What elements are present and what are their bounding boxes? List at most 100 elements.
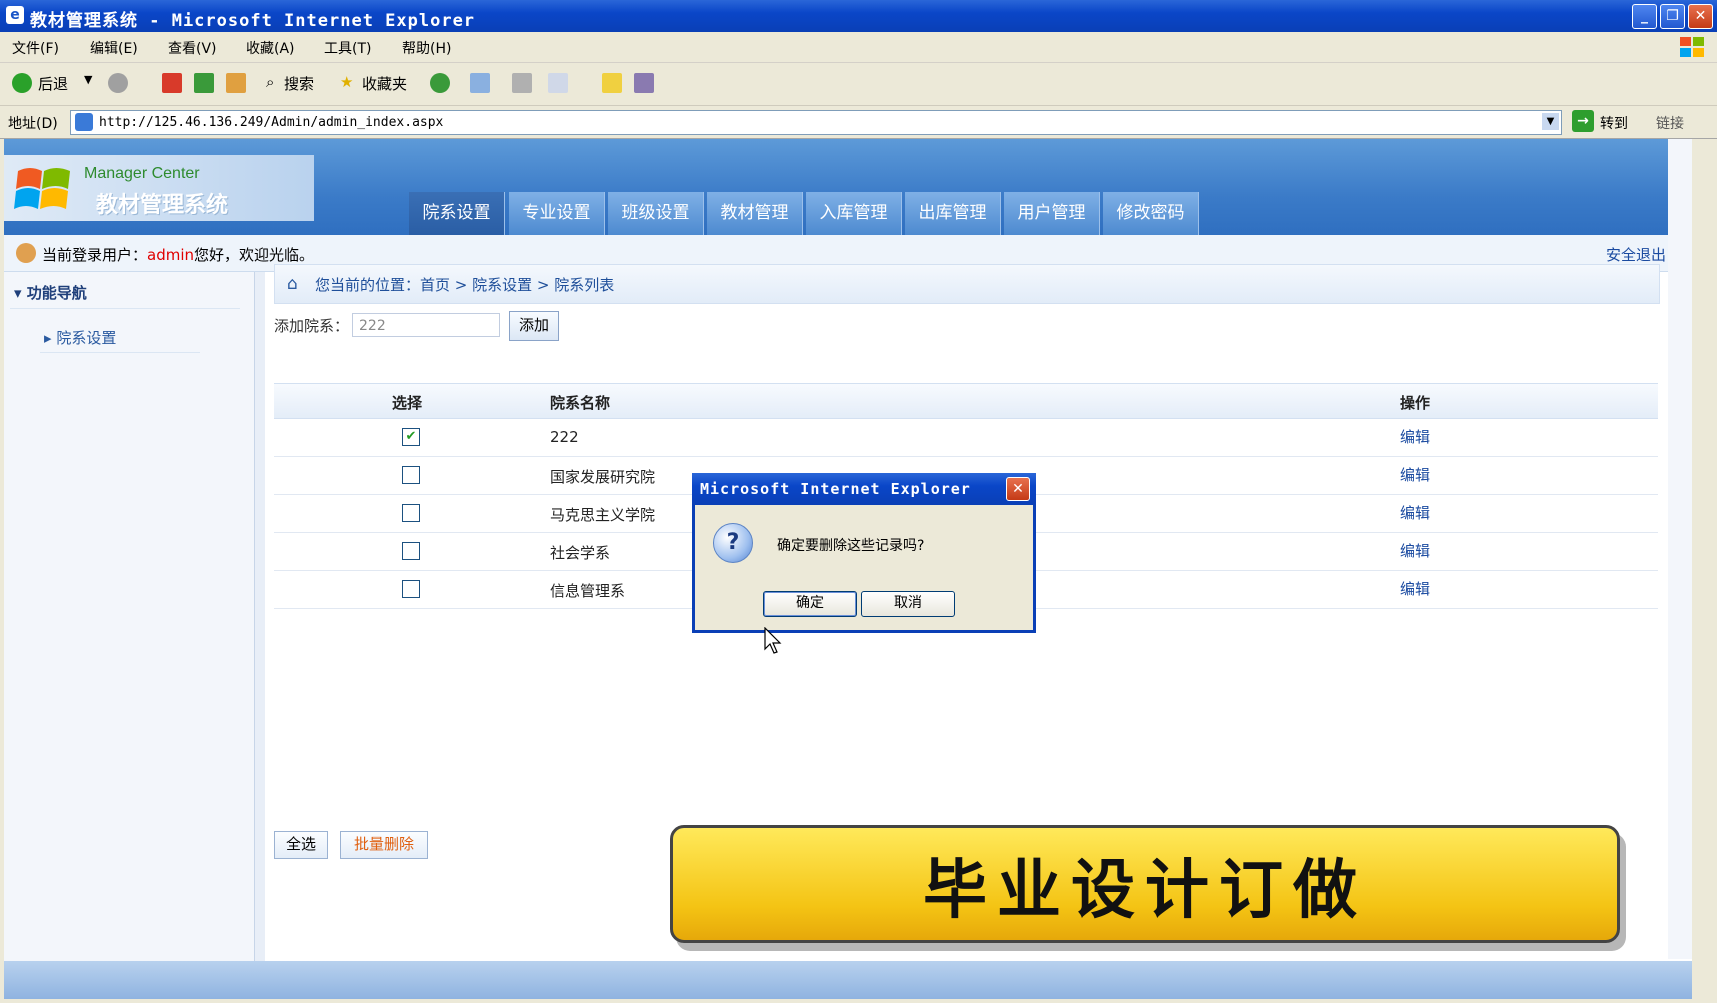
table-row: ✔ 222 编辑 xyxy=(274,418,1658,457)
edit-icon[interactable] xyxy=(548,73,568,93)
promo-banner: 毕业设计订做 xyxy=(670,825,1620,943)
add-department-input[interactable]: 222 xyxy=(352,313,500,337)
site-logo: Manager Center 教材管理系统 xyxy=(4,155,314,221)
window-title: 教材管理系统 - Microsoft Internet Explorer xyxy=(30,11,476,31)
favorites-button[interactable]: 收藏夹 xyxy=(362,73,407,94)
dialog-titlebar: Microsoft Internet Explorer ✕ xyxy=(692,473,1036,505)
maximize-button[interactable]: ❐ xyxy=(1660,4,1685,29)
minimize-button[interactable]: _ xyxy=(1632,4,1657,29)
go-arrow-icon[interactable]: → xyxy=(1572,110,1594,132)
confirm-dialog: Microsoft Internet Explorer ✕ ? 确定要删除这些记… xyxy=(692,473,1036,633)
menu-favorites[interactable]: 收藏(A) xyxy=(246,38,295,58)
favorites-icon[interactable]: ★ xyxy=(340,73,353,91)
nav-heading: ▾ 功能导航 xyxy=(14,284,87,302)
windows-logo-icon xyxy=(1680,37,1704,57)
row-checkbox[interactable]: ✔ xyxy=(402,428,420,446)
forward-arrow-icon[interactable] xyxy=(108,73,128,93)
ok-button[interactable]: 确定 xyxy=(763,591,857,617)
sidebar: ▾ 功能导航 ▸ 院系设置 xyxy=(4,272,254,999)
tab-stock-in[interactable]: 入库管理 xyxy=(806,192,902,235)
row-name: 马克思主义学院 xyxy=(550,506,656,524)
row-name: 国家发展研究院 xyxy=(550,468,656,486)
tab-change-password[interactable]: 修改密码 xyxy=(1103,192,1199,235)
dialog-message: 确定要删除这些记录吗? xyxy=(777,538,925,554)
add-department-label: 添加院系： xyxy=(274,317,350,335)
tab-department[interactable]: 院系设置 xyxy=(409,192,505,235)
add-button[interactable]: 添加 xyxy=(509,311,559,341)
address-url[interactable]: http://125.46.136.249/Admin/admin_index.… xyxy=(99,115,443,130)
menu-view[interactable]: 查看(V) xyxy=(168,38,217,58)
user-icon xyxy=(16,243,36,263)
dialog-close-button[interactable]: ✕ xyxy=(1006,477,1030,501)
edit-link[interactable]: 编辑 xyxy=(1400,502,1430,523)
back-button[interactable]: 后退 xyxy=(38,73,68,94)
edit-link[interactable]: 编辑 xyxy=(1400,464,1430,485)
windows-flag-icon xyxy=(14,168,70,209)
dialog-title: Microsoft Internet Explorer xyxy=(700,480,971,498)
menu-file[interactable]: 文件(F) xyxy=(12,38,59,58)
breadcrumb: ⌂ 您当前的位置：首页 > 院系设置 > 院系列表 xyxy=(274,264,1660,304)
go-button[interactable]: 转到 xyxy=(1600,113,1628,133)
edit-link[interactable]: 编辑 xyxy=(1400,540,1430,561)
edit-link[interactable]: 编辑 xyxy=(1400,578,1430,599)
promo-banner-text: 毕业设计订做 xyxy=(923,853,1367,928)
address-label: 地址(D) xyxy=(8,116,58,132)
row-name: 222 xyxy=(550,428,579,446)
tab-major[interactable]: 专业设置 xyxy=(509,192,605,235)
user-greeting: 当前登录用户：admin您好，欢迎光临。 xyxy=(42,246,315,264)
refresh-icon[interactable] xyxy=(194,73,214,93)
breadcrumb-text[interactable]: 您当前的位置：首页 > 院系设置 > 院系列表 xyxy=(315,274,614,295)
batch-delete-button[interactable]: 批量删除 xyxy=(340,831,428,859)
back-dropdown-icon[interactable]: ▼ xyxy=(84,73,92,86)
sidebar-item-department[interactable]: ▸ 院系设置 xyxy=(44,327,116,348)
tab-stock-out[interactable]: 出库管理 xyxy=(905,192,1001,235)
logo-english-text: Manager Center xyxy=(84,165,200,182)
logout-link[interactable]: 安全退出 xyxy=(1606,244,1666,265)
search-icon[interactable]: ⌕ xyxy=(266,73,274,91)
address-dropdown-icon[interactable]: ▼ xyxy=(1542,113,1559,130)
address-bar: 地址(D) http://125.46.136.249/Admin/admin_… xyxy=(0,106,1717,139)
row-checkbox[interactable] xyxy=(402,542,420,560)
menu-edit[interactable]: 编辑(E) xyxy=(90,38,138,58)
row-name: 社会学系 xyxy=(550,544,611,562)
sidebar-splitter[interactable] xyxy=(254,272,265,999)
discuss-icon[interactable] xyxy=(602,73,622,93)
col-name: 院系名称 xyxy=(550,394,611,412)
menu-bar: 文件(F) 编辑(E) 查看(V) 收藏(A) 工具(T) 帮助(H) xyxy=(0,32,1717,63)
page-scrollbar[interactable] xyxy=(1668,139,1692,959)
home-icon[interactable] xyxy=(226,73,246,93)
logo-chinese-text: 教材管理系统 xyxy=(96,193,229,218)
user-name: admin xyxy=(147,246,195,264)
site-header: Manager Center 教材管理系统 院系设置 专业设置 班级设置 教材管… xyxy=(4,139,1692,235)
menu-tools[interactable]: 工具(T) xyxy=(324,38,371,58)
print-icon[interactable] xyxy=(512,73,532,93)
mouse-cursor-icon xyxy=(764,627,782,654)
row-checkbox[interactable] xyxy=(402,466,420,484)
select-all-button[interactable]: 全选 xyxy=(274,831,328,859)
back-arrow-icon[interactable] xyxy=(12,73,32,93)
edit-link[interactable]: 编辑 xyxy=(1400,426,1430,447)
question-icon: ? xyxy=(713,523,753,563)
row-checkbox[interactable] xyxy=(402,580,420,598)
row-name: 信息管理系 xyxy=(550,582,626,600)
window-titlebar: e 教材管理系统 - Microsoft Internet Explorer _… xyxy=(0,0,1717,32)
tab-class[interactable]: 班级设置 xyxy=(608,192,704,235)
table-header: 选择 院系名称 操作 xyxy=(274,383,1658,419)
messenger-icon[interactable] xyxy=(634,73,654,93)
home-icon: ⌂ xyxy=(287,274,298,294)
row-checkbox[interactable] xyxy=(402,504,420,522)
close-button[interactable]: ✕ xyxy=(1688,4,1713,29)
menu-help[interactable]: 帮助(H) xyxy=(402,38,451,58)
col-action: 操作 xyxy=(1400,394,1431,412)
stop-icon[interactable] xyxy=(162,73,182,93)
tab-users[interactable]: 用户管理 xyxy=(1004,192,1100,235)
search-button[interactable]: 搜索 xyxy=(284,73,314,94)
toolbar: 后退 ▼ ⌕ 搜索 ★ 收藏夹 xyxy=(0,63,1717,106)
history-icon[interactable] xyxy=(430,73,450,93)
links-button[interactable]: 链接 xyxy=(1656,113,1684,133)
page-icon xyxy=(75,113,93,131)
address-input[interactable]: http://125.46.136.249/Admin/admin_index.… xyxy=(70,110,1562,135)
cancel-button[interactable]: 取消 xyxy=(861,591,955,617)
tab-textbook[interactable]: 教材管理 xyxy=(707,192,803,235)
mail-icon[interactable] xyxy=(470,73,490,93)
